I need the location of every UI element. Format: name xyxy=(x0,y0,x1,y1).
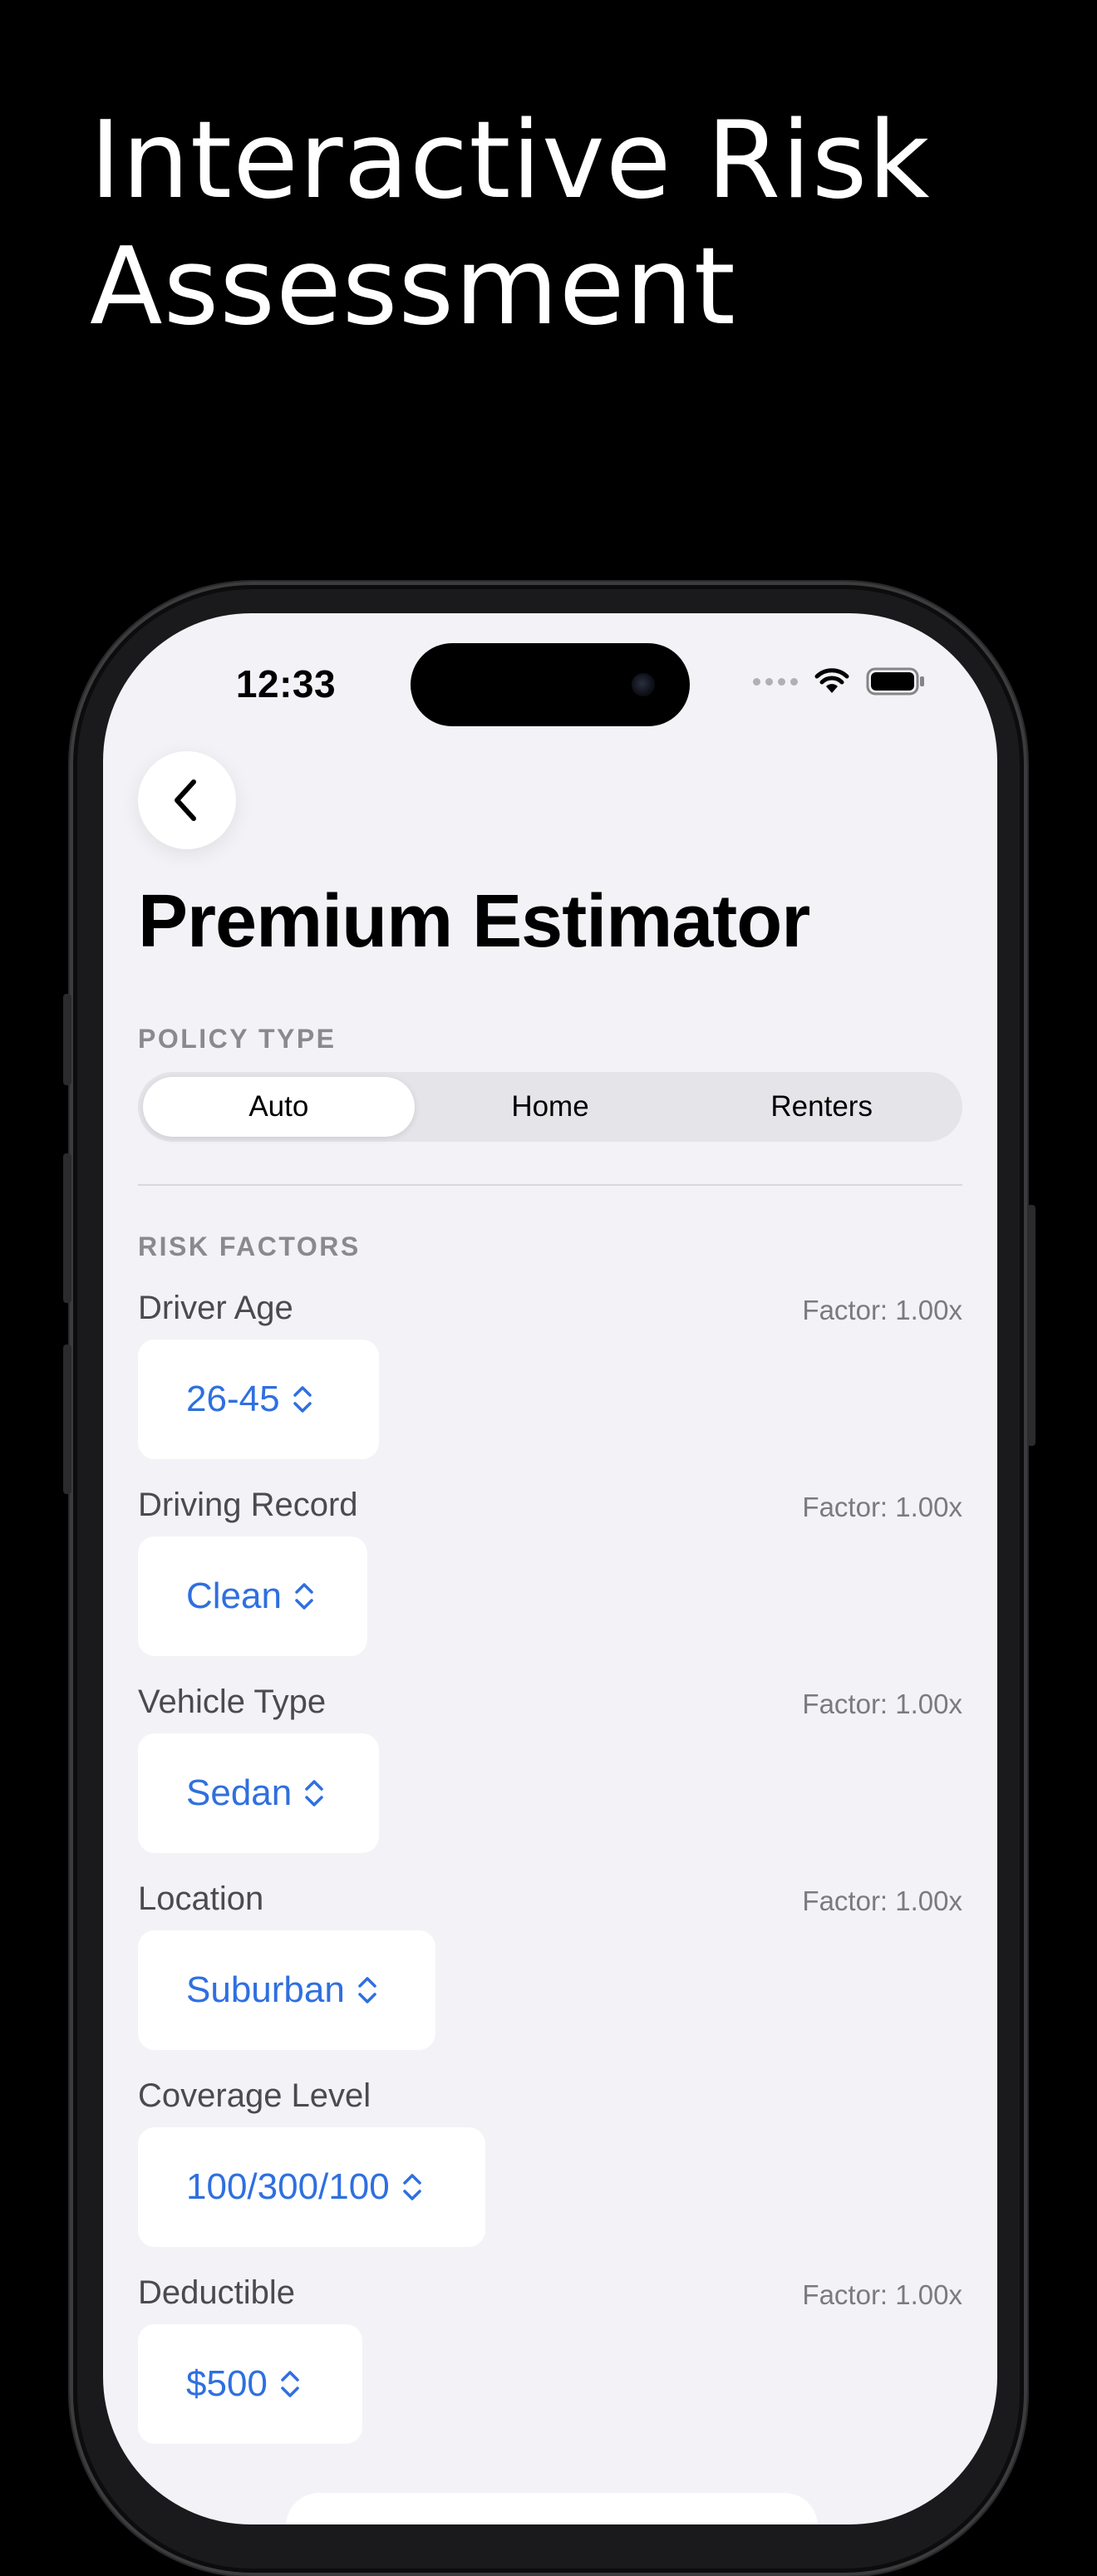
volume-down-button xyxy=(63,1345,71,1494)
driver-age-picker[interactable]: 26-45 xyxy=(138,1340,379,1459)
factor-label: Coverage Level xyxy=(138,2077,371,2114)
chevron-left-icon xyxy=(175,779,196,821)
picker-value: Sedan xyxy=(186,1772,293,1813)
headline-line-2: Assessment xyxy=(90,225,736,349)
dynamic-island xyxy=(411,643,690,726)
factor-multiplier: Factor: 1.00x xyxy=(802,2279,962,2310)
policy-type-segmented-control: Auto Home Renters xyxy=(138,1072,962,1142)
factor-multiplier: Factor: 1.00x xyxy=(802,1689,962,1719)
factor-label: Driver Age xyxy=(138,1290,293,1326)
risk-factors-label: RISK FACTORS xyxy=(138,1231,361,1261)
bottom-sheet-edge xyxy=(286,2493,818,2524)
location-picker[interactable]: Suburban xyxy=(138,1930,435,2050)
picker-value: 26-45 xyxy=(186,1379,280,1419)
vehicle-type-picker[interactable]: Sedan xyxy=(138,1733,379,1853)
power-button xyxy=(1027,1205,1036,1446)
driving-record-picker[interactable]: Clean xyxy=(138,1536,367,1656)
status-icons xyxy=(753,665,926,698)
segment-home[interactable]: Home xyxy=(415,1077,686,1137)
picker-value: 100/300/100 xyxy=(186,2166,390,2207)
chevron-up-down-icon xyxy=(357,1974,378,2006)
chevron-up-down-icon xyxy=(303,1777,325,1809)
factor-label: Location xyxy=(138,1880,264,1917)
chevron-up-down-icon xyxy=(401,2171,423,2203)
factor-label: Vehicle Type xyxy=(138,1684,327,1720)
section-divider xyxy=(138,1184,962,1186)
status-time: 12:33 xyxy=(235,662,337,705)
phone-screen: 12:33 Premium Estimator POLICY TYPE Auto… xyxy=(103,613,997,2524)
picker-value: Clean xyxy=(186,1576,282,1616)
picker-value: Suburban xyxy=(186,1969,345,2010)
action-button xyxy=(63,994,71,1085)
picker-value: $500 xyxy=(186,2363,268,2404)
battery-icon xyxy=(866,667,924,696)
coverage-level-picker[interactable]: 100/300/100 xyxy=(138,2127,485,2247)
volume-up-button xyxy=(63,1153,71,1303)
cellular-dots-icon xyxy=(753,677,798,686)
camera-icon xyxy=(632,673,655,696)
page-title: Premium Estimator xyxy=(138,880,810,963)
chevron-up-down-icon xyxy=(292,1384,313,1415)
policy-type-label: POLICY TYPE xyxy=(138,1024,337,1054)
segment-renters[interactable]: Renters xyxy=(686,1077,957,1137)
deductible-picker[interactable]: $500 xyxy=(138,2324,362,2444)
factor-multiplier: Factor: 1.00x xyxy=(802,1492,962,1522)
chevron-up-down-icon xyxy=(293,1581,315,1612)
factor-label: Driving Record xyxy=(138,1487,358,1523)
headline-line-1: Interactive Risk xyxy=(90,99,931,223)
back-button[interactable] xyxy=(138,751,236,849)
wifi-icon xyxy=(814,668,849,693)
factor-multiplier: Factor: 1.00x xyxy=(802,1885,962,1916)
chevron-up-down-icon xyxy=(279,2368,301,2400)
marketing-headline: Interactive Risk Assessment xyxy=(90,98,1045,351)
factor-label: Deductible xyxy=(138,2274,296,2311)
factor-multiplier: Factor: 1.00x xyxy=(802,1295,962,1325)
segment-auto[interactable]: Auto xyxy=(143,1077,415,1137)
